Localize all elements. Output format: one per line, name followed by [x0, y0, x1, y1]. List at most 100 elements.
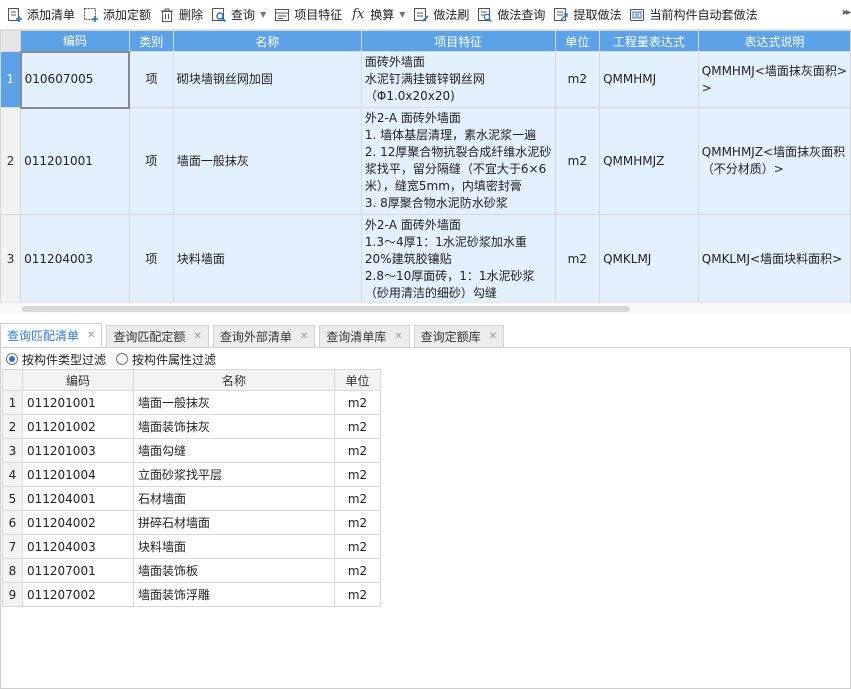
table-row[interactable]: 9 011207002 墙面装饰浮雕 m2	[2, 582, 381, 607]
add-list-button[interactable]: 添加清单	[4, 3, 80, 27]
name-cell[interactable]: 墙面勾缝	[133, 438, 335, 463]
add-quota-button[interactable]: 添加定额	[80, 3, 156, 27]
close-icon[interactable]: ✕	[87, 330, 95, 341]
chevron-down-icon[interactable]: ▼	[260, 10, 266, 19]
name-cell[interactable]: 墙面一般抹灰	[172, 107, 362, 215]
unit-cell[interactable]: m2	[334, 534, 381, 559]
unit-cell[interactable]: m2	[334, 462, 381, 487]
unit-cell[interactable]: m2	[334, 390, 381, 415]
delete-button[interactable]: 删除	[156, 3, 208, 27]
expression-cell[interactable]: QMMHMJ	[599, 51, 699, 108]
tab-external-list[interactable]: 查询外部清单 ✕	[212, 325, 316, 347]
code-cell[interactable]: 011204003	[22, 534, 134, 559]
name-cell[interactable]: 墙面装饰抹灰	[133, 414, 335, 439]
column-header-code[interactable]: 编码	[22, 369, 134, 391]
radio-selected-icon[interactable]	[6, 353, 18, 365]
description-cell[interactable]: QMMHMJZ<墙面抹灰面积（不分材质）>	[697, 107, 851, 215]
row-number[interactable]: 2	[0, 107, 22, 215]
name-cell[interactable]: 墙面装饰浮雕	[133, 582, 335, 607]
column-header-name[interactable]: 名称	[172, 30, 362, 52]
convert-button[interactable]: fx 换算 ▼	[347, 3, 410, 27]
name-cell[interactable]: 块料墙面	[172, 214, 362, 305]
filter-by-attr-radio[interactable]: 按构件属性过滤	[116, 351, 216, 368]
code-cell[interactable]: 011207001	[22, 558, 134, 583]
unit-cell[interactable]: m2	[334, 414, 381, 439]
unit-cell[interactable]: m2	[554, 214, 601, 305]
table-row[interactable]: 2 011201001 项 墙面一般抹灰 外2-A 面砖外墙面 1. 墙体基层清…	[0, 107, 851, 215]
features-cell[interactable]: 外2-A 面砖外墙面 1.3～4厚1：1水泥砂浆加水重20%建筑胶镶贴 2.8～…	[360, 214, 556, 305]
unit-cell[interactable]: m2	[334, 438, 381, 463]
name-cell[interactable]: 石材墙面	[133, 486, 335, 511]
table-row[interactable]: 5 011204001 石材墙面 m2	[2, 486, 381, 511]
expression-cell[interactable]: QMMHMJZ	[599, 107, 699, 215]
tab-list-library[interactable]: 查询清单库 ✕	[319, 325, 410, 347]
tab-match-quota[interactable]: 查询匹配定额 ✕	[106, 325, 209, 347]
scrollbar-thumb[interactable]	[22, 306, 630, 312]
name-cell[interactable]: 砌块墙钢丝网加固	[172, 51, 362, 108]
tab-match-list[interactable]: 查询匹配清单 ✕	[0, 323, 103, 347]
extract-method-button[interactable]: 提取做法	[550, 3, 626, 27]
name-cell[interactable]: 立面砂浆找平层	[133, 462, 335, 487]
features-cell[interactable]: 面砖外墙面 水泥钉满挂镀锌钢丝网 （Φ1.0x20x20)	[360, 51, 556, 108]
unit-cell[interactable]: m2	[334, 582, 381, 607]
description-cell[interactable]: QMMHMJ<墙面抹灰面积> >	[697, 51, 851, 108]
name-cell[interactable]: 墙面装饰板	[133, 558, 335, 583]
name-cell[interactable]: 墙面一般抹灰	[133, 390, 335, 415]
code-cell[interactable]: 011201003	[22, 438, 134, 463]
column-header-description[interactable]: 表达式说明	[697, 30, 851, 52]
unit-cell[interactable]: m2	[334, 486, 381, 511]
method-query-button[interactable]: 做法查询	[474, 3, 550, 27]
table-row[interactable]: 1 011201001 墙面一般抹灰 m2	[2, 390, 381, 415]
code-cell[interactable]: 011201002	[22, 414, 134, 439]
unit-cell[interactable]: m2	[334, 510, 381, 535]
type-cell[interactable]: 项	[128, 214, 174, 305]
description-cell[interactable]: QMKLMJ<墙面块料面积>	[697, 214, 851, 305]
code-cell[interactable]: 011204003	[20, 214, 130, 305]
row-number[interactable]: 3	[0, 214, 22, 305]
unit-cell[interactable]: m2	[334, 558, 381, 583]
tab-quota-library[interactable]: 查询定额库 ✕	[413, 325, 505, 347]
column-header-type[interactable]: 类别	[128, 30, 174, 52]
expression-cell[interactable]: QMKLMJ	[599, 214, 699, 305]
code-cell[interactable]: 011204001	[22, 486, 134, 511]
column-header-expression[interactable]: 工程量表达式	[599, 30, 699, 52]
code-cell[interactable]: 011207002	[22, 582, 134, 607]
code-cell[interactable]: 011201004	[22, 462, 134, 487]
filter-by-type-radio[interactable]: 按构件类型过滤	[6, 351, 106, 368]
chevron-down-icon[interactable]: ▼	[399, 10, 405, 19]
table-row[interactable]: 4 011201004 立面砂浆找平层 m2	[2, 462, 381, 487]
name-cell[interactable]: 拼碎石材墙面	[133, 510, 335, 535]
auto-apply-button[interactable]: 当前构件自动套做法	[626, 3, 762, 27]
name-cell[interactable]: 块料墙面	[133, 534, 335, 559]
type-cell[interactable]: 项	[128, 51, 174, 108]
code-cell[interactable]: 011201001	[20, 107, 130, 215]
features-cell[interactable]: 外2-A 面砖外墙面 1. 墙体基层清理，素水泥浆一遍 2. 12厚聚合物抗裂合…	[360, 107, 556, 215]
radio-unselected-icon[interactable]	[116, 353, 129, 365]
close-icon[interactable]: ✕	[193, 331, 201, 342]
table-row[interactable]: 8 011207001 墙面装饰板 m2	[2, 558, 381, 583]
code-cell[interactable]: 010607005	[19, 50, 131, 109]
unit-cell[interactable]: m2	[554, 107, 601, 215]
query-button[interactable]: 查询 ▼	[208, 3, 271, 27]
column-header-unit[interactable]: 单位	[334, 369, 381, 391]
table-row[interactable]: 3 011204003 项 块料墙面 外2-A 面砖外墙面 1.3～4厚1：1水…	[0, 214, 851, 305]
row-number[interactable]: 1	[0, 51, 22, 108]
table-row[interactable]: 7 011204003 块料墙面 m2	[2, 534, 381, 559]
method-brush-button[interactable]: 做法刷	[410, 3, 474, 27]
project-feature-button[interactable]: 项目特征	[271, 3, 347, 27]
code-cell[interactable]: 011204002	[22, 510, 134, 535]
column-header-unit[interactable]: 单位	[554, 30, 601, 52]
table-row[interactable]: 2 011201002 墙面装饰抹灰 m2	[2, 414, 381, 439]
type-cell[interactable]: 项	[128, 107, 174, 215]
toolbar-overflow-icon[interactable]: ▸▸	[843, 7, 851, 18]
column-header-name[interactable]: 名称	[133, 369, 335, 391]
table-row[interactable]: 3 011201003 墙面勾缝 m2	[2, 438, 381, 463]
table-row[interactable]: 1 010607005 项 砌块墙钢丝网加固 面砖外墙面 水泥钉满挂镀锌钢丝网 …	[0, 50, 851, 109]
close-icon[interactable]: ✕	[489, 331, 497, 342]
close-icon[interactable]: ✕	[394, 331, 402, 342]
horizontal-scrollbar[interactable]	[0, 302, 851, 314]
table-row[interactable]: 6 011204002 拼碎石材墙面 m2	[2, 510, 381, 535]
code-cell[interactable]: 011201001	[22, 390, 134, 415]
unit-cell[interactable]: m2	[554, 51, 601, 108]
close-icon[interactable]: ✕	[300, 331, 308, 342]
